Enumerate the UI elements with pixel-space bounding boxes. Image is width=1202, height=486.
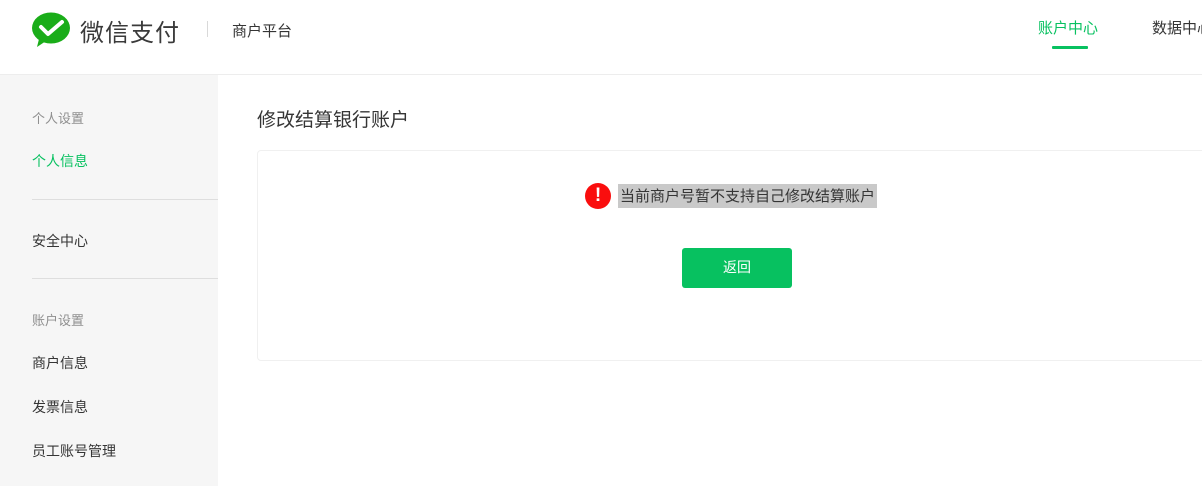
sidebar-item-personal-info[interactable]: 个人信息: [32, 151, 88, 171]
platform-name: 商户平台: [232, 22, 293, 40]
back-button[interactable]: 返回: [682, 248, 792, 288]
alert-message: 当前商户号暂不支持自己修改结算账户: [618, 184, 878, 208]
sidebar: 个人设置 个人信息 安全中心 账户设置 商户信息 发票信息 员工账号管理: [0, 75, 218, 486]
nav-account-center[interactable]: 账户中心: [1038, 17, 1098, 38]
brand-name[interactable]: 微信支付: [80, 13, 180, 48]
header-divider: [207, 21, 208, 37]
sidebar-divider: [32, 278, 218, 279]
sidebar-group-account-settings: 账户设置: [32, 314, 85, 329]
sidebar-group-personal-settings: 个人设置: [32, 112, 85, 127]
sidebar-item-staff-account-management[interactable]: 员工账号管理: [32, 441, 116, 461]
sidebar-item-invoice-info[interactable]: 发票信息: [32, 397, 88, 417]
nav-active-indicator: [1052, 46, 1088, 49]
nav-data-center[interactable]: 数据中心: [1152, 17, 1202, 38]
sidebar-item-security-center[interactable]: 安全中心: [32, 231, 88, 251]
page-title: 修改结算银行账户: [257, 109, 410, 131]
exclamation-icon: !: [585, 183, 611, 209]
sidebar-divider: [32, 199, 218, 200]
wechat-pay-logo-icon[interactable]: [31, 11, 71, 49]
sidebar-item-merchant-info[interactable]: 商户信息: [32, 353, 88, 373]
top-header: 微信支付 商户平台 账户中心 数据中心: [0, 0, 1202, 75]
